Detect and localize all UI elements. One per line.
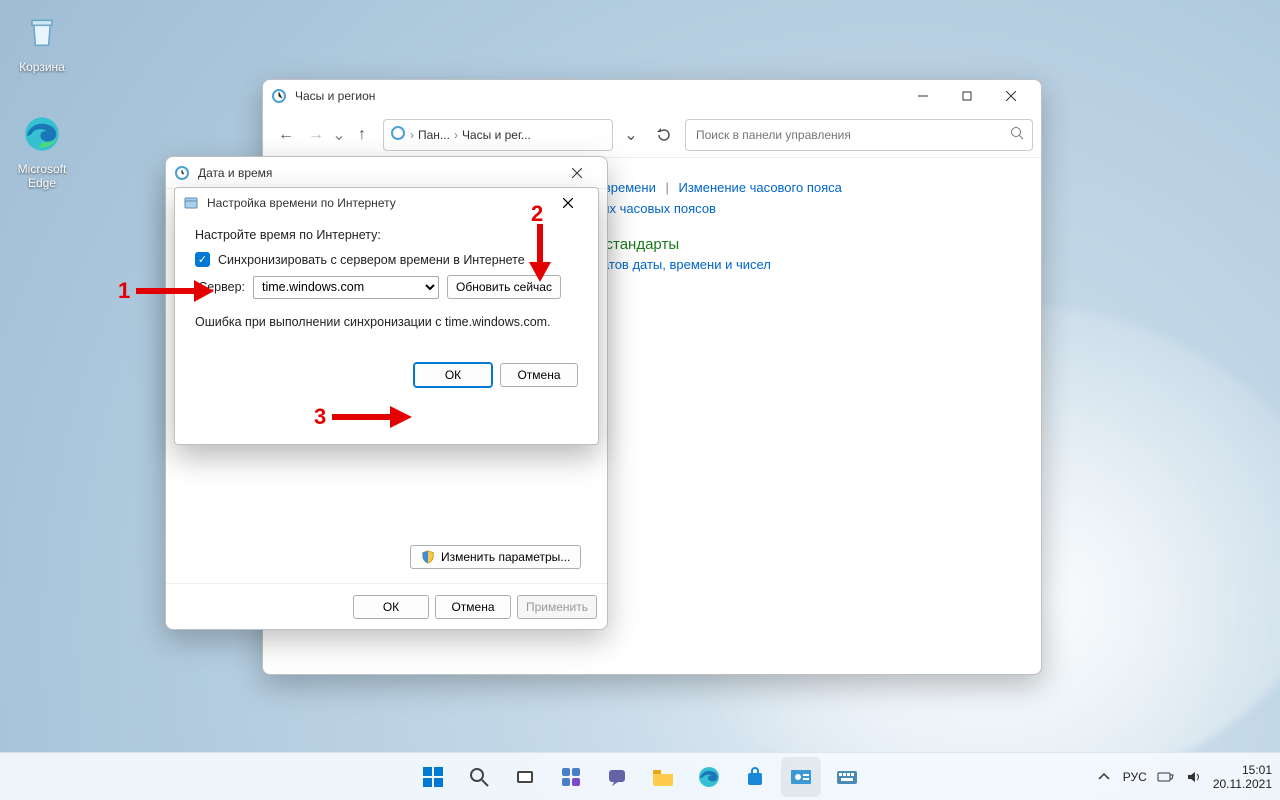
- dt-ok-button[interactable]: ОК: [353, 595, 429, 619]
- it-ok-button[interactable]: ОК: [414, 363, 492, 387]
- link-formats[interactable]: матов даты, времени и чисел: [593, 257, 771, 272]
- taskbar-search-button[interactable]: [459, 757, 499, 797]
- edge-label: Microsoft Edge: [4, 162, 80, 190]
- control-panel-taskbar-button[interactable]: [781, 757, 821, 797]
- onscreen-keyboard-button[interactable]: [827, 757, 867, 797]
- link-timezones-more[interactable]: ных часовых поясов: [593, 201, 716, 216]
- dt-cancel-button[interactable]: Отмена: [435, 595, 511, 619]
- change-parameters-button[interactable]: Изменить параметры...: [410, 545, 581, 569]
- annotation-3: 3: [314, 404, 326, 430]
- breadcrumb[interactable]: › Пан... › Часы и рег...: [383, 119, 613, 151]
- volume-icon[interactable]: [1185, 768, 1203, 786]
- task-view-button[interactable]: [505, 757, 545, 797]
- shield-icon: [421, 550, 435, 564]
- breadcrumb-dropdown[interactable]: ⌄: [619, 125, 643, 145]
- annotation-1: 1: [118, 278, 130, 304]
- cp-search-input[interactable]: [694, 127, 1010, 143]
- cp-toolbar: ← → ⌄ ↑ › Пан... › Часы и рег... ⌄: [263, 112, 1041, 158]
- it-close-button[interactable]: [546, 188, 590, 218]
- internet-time-icon: [183, 195, 199, 211]
- edge-icon: [18, 110, 66, 158]
- cp-titlebar[interactable]: Часы и регион: [263, 80, 1041, 112]
- clock-region-icon: [271, 88, 287, 104]
- taskbar-center: [413, 757, 867, 797]
- start-button[interactable]: [413, 757, 453, 797]
- it-title: Настройка времени по Интернету: [207, 196, 396, 210]
- dt-title: Дата и время: [198, 166, 272, 180]
- refresh-button[interactable]: [649, 120, 679, 150]
- crumb-2[interactable]: Часы и рег...: [462, 128, 531, 142]
- language-indicator[interactable]: РУС: [1123, 770, 1147, 784]
- dt-close-button[interactable]: [555, 158, 599, 188]
- cp-minimize-button[interactable]: [901, 81, 945, 111]
- nav-up-button[interactable]: ↑: [347, 120, 377, 150]
- link-timezone[interactable]: Изменение часового пояса: [679, 180, 842, 195]
- cp-title: Часы и регион: [295, 89, 375, 103]
- sync-checkbox[interactable]: ✓: [195, 252, 210, 267]
- search-icon: [1010, 126, 1024, 143]
- sync-checkbox-label[interactable]: Синхронизировать с сервером времени в Ин…: [218, 253, 525, 267]
- tray-time: 15:01: [1213, 763, 1272, 777]
- dt-titlebar[interactable]: Дата и время: [166, 157, 607, 189]
- system-tray: РУС 15:01 20.11.2021: [1095, 763, 1272, 791]
- dt-apply-button: Применить: [517, 595, 597, 619]
- edge-taskbar-button[interactable]: [689, 757, 729, 797]
- recycle-bin-label: Корзина: [4, 60, 80, 74]
- annotation-arrow-3: [330, 404, 412, 430]
- it-prompt: Настройте время по Интернету:: [195, 228, 578, 242]
- tray-clock[interactable]: 15:01 20.11.2021: [1213, 763, 1272, 791]
- nav-forward-button[interactable]: →: [301, 120, 331, 150]
- cp-close-button[interactable]: [989, 81, 1033, 111]
- widgets-button[interactable]: [551, 757, 591, 797]
- nav-back-button[interactable]: ←: [271, 120, 301, 150]
- recycle-bin[interactable]: Корзина: [4, 8, 80, 74]
- annotation-arrow-2: [527, 222, 553, 282]
- breadcrumb-icon: [390, 125, 406, 144]
- network-icon[interactable]: [1157, 768, 1175, 786]
- tray-overflow-button[interactable]: [1095, 768, 1113, 786]
- annotation-arrow-1: [134, 278, 214, 304]
- crumb-1[interactable]: Пан...: [418, 128, 450, 142]
- regional-standards-heading[interactable]: е стандарты: [593, 236, 997, 253]
- taskbar: РУС 15:01 20.11.2021: [0, 752, 1280, 800]
- date-time-icon: [174, 165, 190, 181]
- server-select[interactable]: time.windows.com: [253, 276, 439, 299]
- file-explorer-button[interactable]: [643, 757, 683, 797]
- edge-shortcut[interactable]: Microsoft Edge: [4, 110, 80, 190]
- recycle-bin-icon: [18, 8, 66, 56]
- store-button[interactable]: [735, 757, 775, 797]
- sync-status-text: Ошибка при выполнении синхронизации с ti…: [195, 315, 578, 329]
- nav-history-dropdown[interactable]: ⌄: [331, 120, 347, 150]
- it-cancel-button[interactable]: Отмена: [500, 363, 578, 387]
- cp-maximize-button[interactable]: [945, 81, 989, 111]
- tray-date: 20.11.2021: [1213, 777, 1272, 791]
- dt-footer: ОК Отмена Применить: [166, 583, 607, 629]
- chat-button[interactable]: [597, 757, 637, 797]
- change-parameters-label: Изменить параметры...: [441, 550, 570, 564]
- cp-search[interactable]: [685, 119, 1033, 151]
